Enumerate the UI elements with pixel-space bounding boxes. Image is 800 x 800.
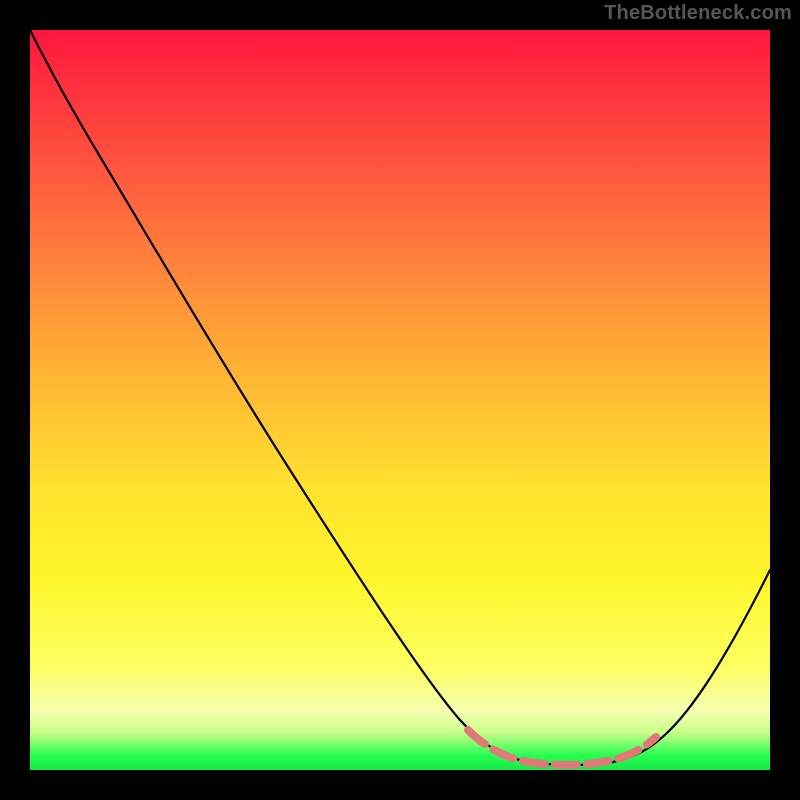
chart-canvas: TheBottleneck.com — [0, 0, 800, 800]
curve-svg — [30, 30, 770, 770]
trough-highlight — [468, 730, 656, 765]
plot-area — [30, 30, 770, 770]
bottleneck-curve — [30, 30, 770, 765]
attribution-text: TheBottleneck.com — [604, 2, 792, 25]
